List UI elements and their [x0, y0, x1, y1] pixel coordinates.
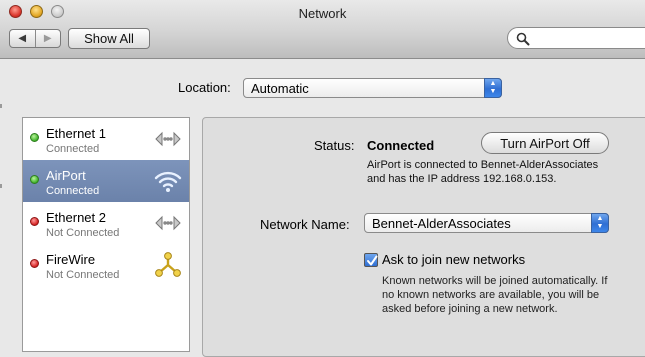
status-label: Status: — [314, 138, 355, 153]
service-ethernet-2[interactable]: Ethernet 2 Not Connected — [23, 202, 189, 244]
status-indicator-green — [30, 133, 39, 142]
ask-join-checkbox[interactable] — [364, 253, 378, 267]
status-indicator-green — [30, 175, 39, 184]
service-airport[interactable]: AirPort Connected — [23, 160, 189, 202]
service-status: Not Connected — [46, 227, 120, 239]
firewire-icon — [155, 252, 181, 277]
back-forward-control: ◀ ▶ — [9, 29, 61, 48]
location-label: Location: — [178, 80, 231, 95]
network-name-value: Bennet-AlderAssociates — [372, 215, 511, 231]
service-name: FireWire — [46, 252, 96, 267]
network-name-popup[interactable]: Bennet-AlderAssociates ▲ ▼ — [364, 213, 609, 233]
services-list: Ethernet 1 Connected AirPort Connected E… — [22, 117, 190, 352]
location-value: Automatic — [251, 80, 309, 96]
checkmark-icon — [367, 255, 378, 266]
back-button[interactable]: ◀ — [10, 30, 35, 47]
location-popup[interactable]: Automatic ▲ ▼ — [243, 78, 502, 98]
window-edge-mark — [0, 104, 2, 108]
window-title: Network — [298, 6, 347, 21]
service-status: Connected — [46, 143, 100, 155]
window-edge-mark — [0, 184, 2, 188]
service-ethernet-1[interactable]: Ethernet 1 Connected — [23, 118, 189, 160]
ethernet-icon — [155, 215, 181, 231]
service-name: AirPort — [46, 168, 86, 183]
service-status: Not Connected — [46, 269, 120, 281]
turn-airport-off-button[interactable]: Turn AirPort Off — [481, 132, 609, 154]
status-description: AirPort is connected to Bennet-AlderAsso… — [367, 159, 599, 185]
service-firewire[interactable]: FireWire Not Connected — [23, 244, 189, 286]
popup-arrows-icon: ▲ ▼ — [484, 78, 502, 98]
popup-arrows-icon: ▲ ▼ — [591, 213, 609, 233]
status-indicator-red — [30, 217, 39, 226]
wifi-icon — [154, 171, 182, 192]
search-field[interactable] — [507, 27, 645, 49]
service-name: Ethernet 1 — [46, 126, 106, 141]
magnifier-icon — [516, 32, 530, 46]
network-name-label: Network Name: — [260, 217, 350, 232]
status-value: Connected — [367, 138, 435, 153]
window-titlebar: Network ◀ ▶ Show All — [0, 0, 645, 59]
ethernet-icon — [155, 131, 181, 147]
forward-button[interactable]: ▶ — [34, 30, 61, 47]
service-status: Connected — [46, 185, 100, 197]
status-indicator-red — [30, 259, 39, 268]
service-name: Ethernet 2 — [46, 210, 106, 225]
ask-join-label[interactable]: Ask to join new networks — [382, 252, 525, 267]
show-all-button[interactable]: Show All — [68, 28, 150, 49]
known-networks-description: Known networks will be joined automatica… — [382, 275, 608, 315]
